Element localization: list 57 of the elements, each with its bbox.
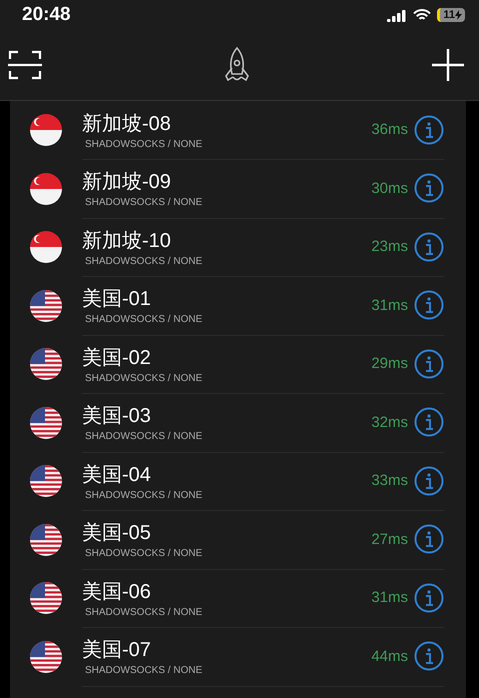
protocol-label: SHADOWSOCKS / NONE	[84, 665, 204, 676]
usa-flag-icon	[30, 640, 62, 673]
info-button[interactable]	[414, 173, 444, 204]
protocol-label: SHADOWSOCKS / NONE	[84, 548, 204, 560]
signal-icon	[387, 8, 408, 22]
info-button[interactable]	[414, 232, 444, 262]
server-name: 美国-06	[82, 580, 152, 605]
latency-label: 33ms	[371, 472, 408, 490]
usa-flag-icon	[30, 290, 62, 322]
info-button[interactable]	[414, 582, 444, 613]
wifi-icon	[413, 8, 432, 22]
protocol-label: SHADOWSOCKS / NONE	[84, 314, 204, 326]
protocol-label: SHADOWSOCKS / NONE	[84, 606, 204, 618]
info-button[interactable]	[414, 348, 444, 379]
singapore-flag-icon	[30, 231, 62, 264]
latency-label: 31ms	[371, 296, 408, 314]
server-name: 美国-05	[82, 521, 152, 546]
protocol-label: SHADOWSOCKS / NONE	[84, 197, 204, 208]
usa-flag-icon	[30, 465, 62, 498]
singapore-flag-icon	[30, 114, 62, 146]
usa-flag-icon	[30, 406, 62, 439]
info-button[interactable]	[414, 641, 444, 672]
protocol-label: SHADOWSOCKS / NONE	[84, 256, 204, 267]
status-time: 20:48	[22, 4, 71, 26]
bolt-icon	[455, 10, 462, 20]
protocol-label: SHADOWSOCKS / NONE	[84, 431, 204, 442]
server-name: 新加坡-10	[82, 228, 172, 254]
latency-label: 29ms	[371, 355, 408, 372]
protocol-label: SHADOWSOCKS / NONE	[84, 372, 204, 384]
singapore-flag-icon	[30, 172, 62, 205]
latency-label: 32ms	[371, 414, 408, 431]
info-button[interactable]	[414, 466, 444, 496]
info-button[interactable]	[414, 407, 444, 438]
latency-label: 44ms	[371, 648, 408, 665]
server-name: 美国-04	[82, 462, 152, 488]
server-name: 美国-01	[82, 287, 152, 312]
server-name: 新加坡-09	[82, 170, 172, 196]
latency-label: 27ms	[371, 530, 408, 548]
battery-indicator: 11	[437, 8, 465, 22]
usa-flag-icon	[30, 582, 62, 614]
protocol-label: SHADOWSOCKS / NONE	[84, 490, 204, 501]
info-button[interactable]	[414, 290, 444, 320]
protocol-label: SHADOWSOCKS / NONE	[84, 138, 204, 150]
usa-flag-icon	[30, 524, 62, 556]
info-button[interactable]	[414, 524, 444, 554]
latency-label: 23ms	[371, 238, 408, 256]
latency-label: 36ms	[371, 121, 408, 138]
server-name: 美国-07	[82, 638, 152, 664]
add-button[interactable]	[431, 48, 465, 82]
latency-label: 31ms	[371, 589, 408, 606]
scan-button[interactable]	[8, 49, 42, 81]
server-name: 美国-02	[82, 346, 152, 371]
usa-flag-icon	[30, 348, 62, 380]
server-name: 新加坡-08	[82, 112, 172, 137]
server-name: 美国-03	[82, 404, 152, 430]
info-button[interactable]	[414, 114, 444, 145]
latency-label: 30ms	[371, 180, 408, 197]
